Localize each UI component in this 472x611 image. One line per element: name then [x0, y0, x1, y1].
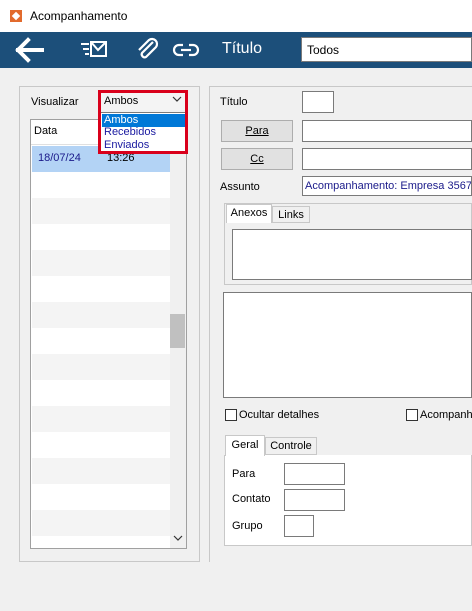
column-header-date: Data — [34, 125, 58, 137]
visualizar-label: Visualizar — [31, 96, 79, 108]
ocultar-detalhes-checkbox[interactable] — [225, 409, 237, 421]
geral-para-field[interactable] — [284, 463, 345, 485]
tab-geral[interactable]: Geral — [225, 435, 265, 456]
table-row[interactable] — [32, 198, 170, 224]
arrow-left-icon[interactable] — [14, 36, 44, 64]
tab-controle[interactable]: Controle — [265, 437, 317, 455]
para-button[interactable]: Para — [221, 120, 293, 142]
contato-label: Contato — [232, 493, 271, 505]
row-date: 18/07/24 — [38, 152, 81, 164]
table-row[interactable] — [32, 406, 170, 432]
assunto-field[interactable]: Acompanhamento: Empresa 3567 - — [302, 176, 472, 196]
acompanha-label: Acompanha — [420, 409, 472, 421]
table-row[interactable] — [32, 484, 170, 510]
table-row[interactable] — [32, 354, 170, 380]
cc-field[interactable] — [302, 148, 472, 170]
table-row[interactable] — [32, 458, 170, 484]
assunto-label: Assunto — [220, 181, 260, 193]
table-row[interactable] — [32, 380, 170, 406]
para-field[interactable] — [302, 120, 472, 142]
titulo-label: Título — [220, 96, 248, 108]
anexos-list[interactable] — [232, 229, 472, 280]
table-row[interactable] — [32, 172, 170, 198]
scroll-down-icon[interactable] — [173, 533, 183, 545]
table-row[interactable] — [32, 328, 170, 354]
paperclip-icon[interactable] — [133, 36, 163, 64]
table-row[interactable] — [32, 510, 170, 536]
cc-button[interactable]: Cc — [221, 148, 293, 170]
tab-anexos[interactable]: Anexos — [226, 204, 272, 223]
list-envelope-icon[interactable] — [80, 36, 110, 64]
ocultar-detalhes-label: Ocultar detalhes — [239, 409, 320, 421]
geral-para-label: Para — [232, 468, 256, 480]
details-textarea[interactable] — [223, 292, 472, 398]
filter-select-value: Todos — [307, 43, 340, 57]
grupo-label: Grupo — [232, 520, 263, 532]
table-row[interactable] — [32, 224, 170, 250]
scrollbar-thumb[interactable] — [170, 314, 185, 348]
assunto-value: Acompanhamento: Empresa 3567 - — [305, 180, 472, 192]
acompanha-checkbox[interactable] — [406, 409, 418, 421]
table-row[interactable] — [32, 250, 170, 276]
grupo-field[interactable] — [284, 515, 314, 537]
table-row[interactable] — [32, 432, 170, 458]
messages-list[interactable]: 18/07/24 13:26 — [30, 119, 187, 549]
contato-field[interactable] — [284, 489, 345, 511]
table-row[interactable] — [32, 276, 170, 302]
table-row[interactable] — [32, 302, 170, 328]
tab-links[interactable]: Links — [272, 206, 310, 223]
window-title: Acompanhamento — [30, 9, 128, 23]
titulo-field[interactable] — [302, 91, 334, 113]
link-icon[interactable] — [171, 36, 201, 64]
toolbar-title-label: Título — [222, 40, 263, 57]
highlight-frame — [98, 90, 188, 154]
app-logo-icon — [10, 10, 22, 22]
filter-select[interactable]: Todos — [301, 37, 472, 62]
